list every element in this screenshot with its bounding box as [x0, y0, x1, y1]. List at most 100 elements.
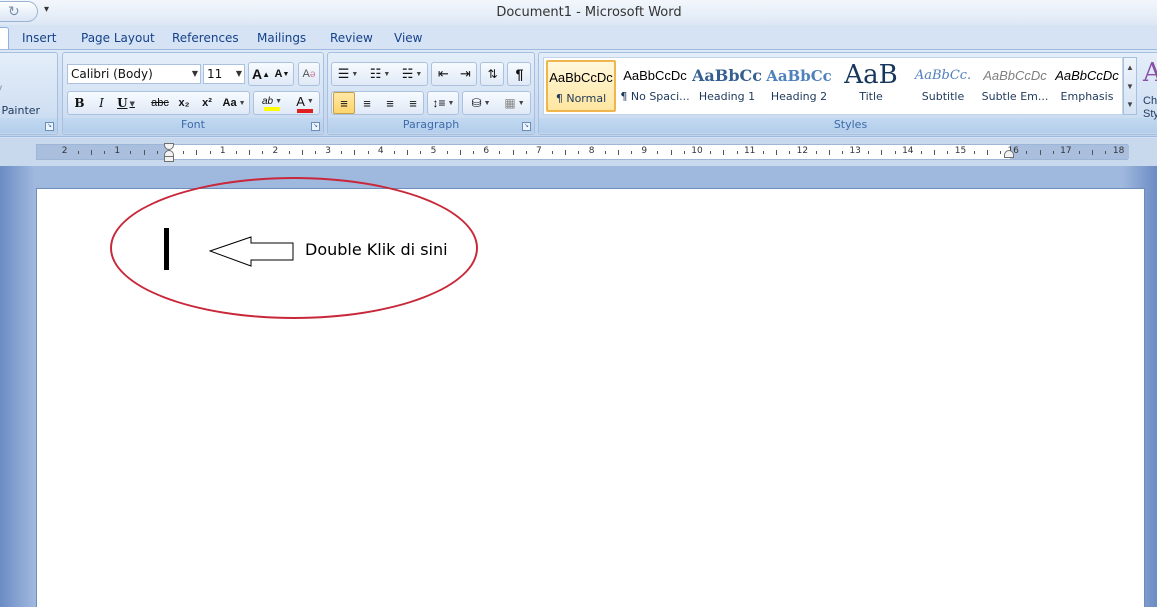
format-painter-button[interactable]: at Painter	[0, 104, 40, 117]
chevron-up-icon[interactable]: ▲	[1124, 58, 1136, 77]
borders-button[interactable]: ▦ ▼	[499, 92, 530, 114]
ruler-label: 8	[588, 146, 595, 156]
left-indent-marker[interactable]	[164, 156, 174, 162]
strikethrough-button[interactable]: abc	[148, 92, 172, 114]
ruler-tick	[183, 151, 185, 154]
align-center-icon[interactable]: ≡	[356, 92, 378, 114]
ruler-tick	[288, 151, 290, 154]
style-name: Subtle Em...	[981, 90, 1049, 103]
font-color-icon: A	[296, 93, 305, 109]
ruler-tick	[262, 151, 264, 154]
ruler-area: 2 1 1 2 3 4 5 6 7 8 9 10 11 12 13 14 15 16 17 18	[0, 138, 1157, 166]
tab-mailings[interactable]: Mailings	[257, 31, 306, 45]
clipboard-group: y at Painter ↘	[0, 52, 58, 135]
chevron-down-icon[interactable]: ▼	[192, 69, 198, 78]
line-spacing-button[interactable]: ↕≡ ▼	[429, 92, 458, 114]
tab-home[interactable]	[0, 27, 9, 49]
ruler-tick	[828, 150, 830, 155]
chevron-down-icon[interactable]: ▼	[1124, 77, 1136, 96]
ruler-tick	[841, 151, 843, 154]
ribbon: y at Painter ↘ Calibri (Body) ▼ 11 ▼ A▲ …	[0, 49, 1157, 137]
align-left-icon[interactable]: ≡	[333, 92, 355, 114]
change-case-button[interactable]: Aa ▼	[220, 92, 248, 114]
font-size-combo[interactable]: 11 ▼	[203, 64, 245, 84]
chevron-down-icon[interactable]: ▼	[236, 69, 242, 78]
bold-button[interactable]: B	[70, 92, 89, 114]
font-launcher-icon[interactable]: ↘	[311, 122, 320, 131]
change-styles-label-2[interactable]: Sty	[1143, 108, 1157, 120]
ruler-tick	[1039, 150, 1041, 155]
bullets-button[interactable]: ☰ ▼	[333, 63, 363, 85]
tab-insert[interactable]: Insert	[22, 31, 56, 45]
increase-indent-icon[interactable]: ⇥	[455, 63, 476, 85]
style-preview: AaBbCc.	[914, 68, 972, 83]
ruler-tick	[104, 151, 106, 154]
change-styles-icon[interactable]: A	[1143, 58, 1157, 88]
ruler-tick	[512, 150, 514, 155]
clear-formatting-button[interactable]: Aə	[299, 63, 319, 85]
ruler-tick	[143, 150, 145, 155]
ruler-tick	[552, 151, 554, 154]
ruler-tick	[301, 150, 303, 155]
copy-icon[interactable]: y	[0, 83, 2, 94]
change-styles-label-1[interactable]: Cha	[1143, 95, 1157, 107]
ruler-label: 3	[325, 146, 331, 156]
ruler-label: 18	[1112, 146, 1125, 156]
style-heading-1[interactable]: AaBbCc Heading 1	[692, 60, 762, 112]
clipboard-launcher-icon[interactable]: ↘	[45, 122, 54, 131]
paragraph-launcher-icon[interactable]: ↘	[522, 122, 531, 131]
style-preview: AaBbCcDc	[983, 68, 1047, 83]
ruler-tick	[776, 150, 778, 155]
multilevel-list-button[interactable]: ☵ ▼	[397, 63, 427, 85]
ruler-tick	[657, 151, 659, 154]
list-buttons: ☰ ▼ ☷ ▼ ☵ ▼	[331, 62, 428, 86]
shrink-font-button[interactable]: A ▼	[272, 63, 292, 85]
font-group-label: Font	[63, 118, 323, 133]
style-normal[interactable]: AaBbCcDc ¶ Normal	[546, 60, 616, 112]
decrease-indent-icon[interactable]: ⇤	[433, 63, 454, 85]
style-title[interactable]: AaB Title	[836, 60, 906, 112]
highlight-button[interactable]: ab ▼	[255, 92, 289, 114]
tab-references[interactable]: References	[172, 31, 239, 45]
style-name: Heading 2	[770, 90, 828, 103]
style-subtle-emphasis[interactable]: AaBbCcDc Subtle Em...	[980, 60, 1050, 112]
sort-icon[interactable]: ⇅	[482, 63, 503, 85]
style-name: Emphasis	[1060, 90, 1114, 103]
grow-font-button[interactable]: A ▲	[251, 63, 271, 85]
ruler-tick	[473, 151, 475, 154]
ruler-label: 11	[743, 146, 756, 156]
style-heading-2[interactable]: AaBbCc Heading 2	[764, 60, 834, 112]
ruler-tick	[90, 150, 92, 155]
font-color-button[interactable]: A ▼	[291, 92, 319, 114]
subscript-button[interactable]: x₂	[174, 92, 194, 114]
font-name-combo[interactable]: Calibri (Body) ▼	[67, 64, 201, 84]
tab-view[interactable]: View	[394, 31, 422, 45]
tab-page-layout[interactable]: Page Layout	[81, 31, 155, 45]
ruler-tick	[894, 151, 896, 154]
ruler-tick	[407, 150, 409, 155]
right-indent-marker[interactable]	[1004, 150, 1014, 158]
italic-button[interactable]: I	[92, 92, 111, 114]
ruler-tick	[762, 151, 764, 154]
ruler-label: 15	[954, 146, 967, 156]
align-right-icon[interactable]: ≡	[379, 92, 401, 114]
font-format-group: B I U ▼ abc x₂ x² Aa ▼	[67, 91, 250, 115]
more-styles-icon[interactable]: ▼	[1124, 96, 1136, 114]
ruler-label: 7	[536, 146, 542, 156]
style-emphasis[interactable]: AaBbCcDc Emphasis	[1052, 60, 1122, 112]
tab-review[interactable]: Review	[330, 31, 373, 45]
style-subtitle[interactable]: AaBbCc. Subtitle	[908, 60, 978, 112]
horizontal-ruler[interactable]: 2 1 1 2 3 4 5 6 7 8 9 10 11 12 13 14 15 16 17 18	[36, 144, 1129, 160]
superscript-button[interactable]: x²	[197, 92, 217, 114]
show-formatting-marks-button[interactable]: ¶	[509, 63, 530, 85]
ruler-label: 9	[641, 146, 648, 156]
justify-icon[interactable]: ≡	[402, 92, 424, 114]
ruler-tick	[314, 151, 316, 154]
underline-button[interactable]: U ▼	[115, 92, 137, 114]
shading-button[interactable]: ⛁ ▼	[464, 92, 498, 114]
numbering-button[interactable]: ☷ ▼	[365, 63, 395, 85]
show-marks-group: ¶	[507, 62, 531, 86]
style-name: Heading 1	[698, 90, 756, 103]
style-no-spacing[interactable]: AaBbCcDc ¶ No Spaci...	[620, 60, 690, 112]
ruler-tick	[341, 151, 343, 154]
